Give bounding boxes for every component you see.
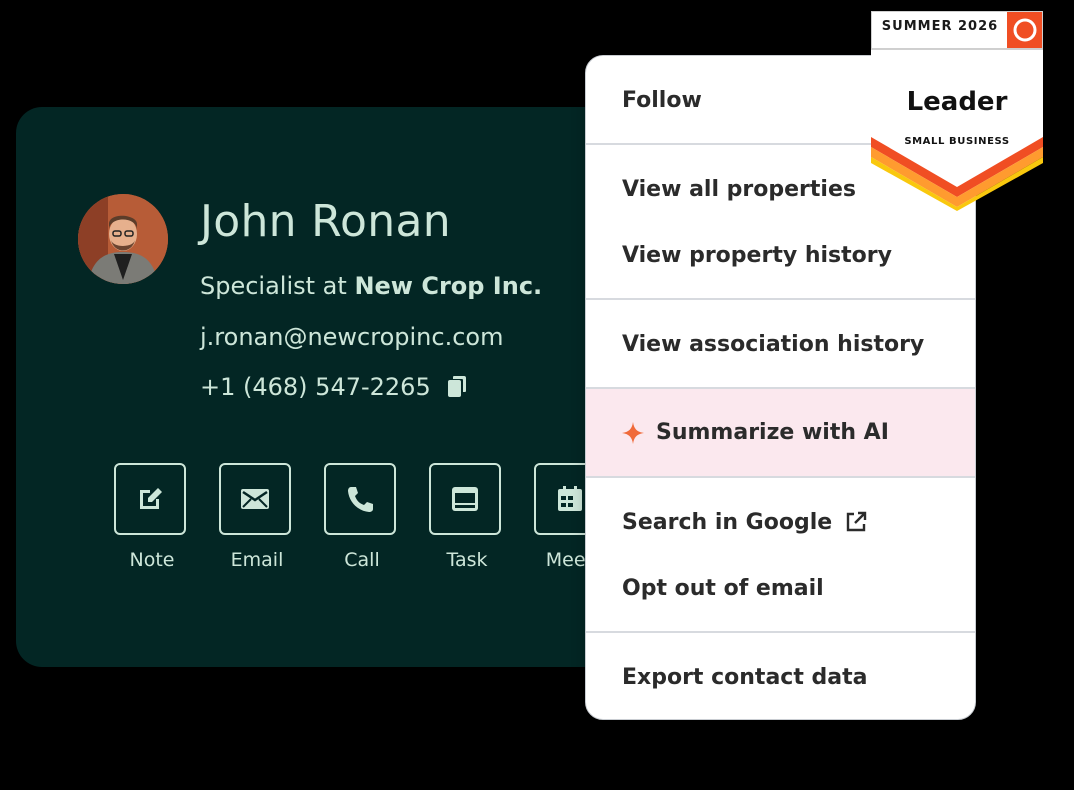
badge-season: SUMMER 2026	[881, 19, 999, 34]
note-action[interactable]: Note	[114, 463, 219, 571]
job-title-prefix: Specialist at	[200, 272, 355, 300]
email-action[interactable]: Email	[219, 463, 324, 571]
email-address[interactable]: j.ronan@newcropinc.com	[200, 323, 503, 351]
badge-title: Leader	[906, 87, 1008, 117]
email-button[interactable]	[219, 463, 291, 535]
menu-item-label: View all properties	[622, 176, 856, 202]
calendar-icon	[558, 486, 582, 511]
menu-divider	[586, 476, 975, 478]
menu-item-summarize-with-ai[interactable]: Summarize with AI	[586, 389, 975, 476]
task-action[interactable]: Task	[429, 463, 534, 571]
task-icon	[452, 487, 478, 511]
job-title: Specialist at New Crop Inc.	[200, 272, 542, 300]
badge-segment: SMALL BUSINESS	[904, 136, 1010, 147]
task-label: Task	[446, 549, 488, 571]
call-button[interactable]	[324, 463, 396, 535]
menu-item-export-contact-data[interactable]: Export contact data	[586, 633, 975, 719]
phone-row: +1 (468) 547-2265	[200, 373, 469, 401]
action-buttons: Note Email Call Task Meeti	[114, 463, 639, 571]
menu-item-label: Opt out of email	[622, 575, 824, 601]
g2-leader-badge: SUMMER 2026 Leader SMALL BUSINESS	[871, 11, 1043, 211]
task-button[interactable]	[429, 463, 501, 535]
company-name[interactable]: New Crop Inc.	[354, 272, 542, 300]
sparkle-icon	[622, 421, 644, 444]
copy-icon[interactable]	[447, 375, 469, 399]
phone-icon	[348, 487, 373, 512]
note-button[interactable]	[114, 463, 186, 535]
menu-item-opt-out-of-email[interactable]: Opt out of email	[586, 555, 975, 621]
note-label: Note	[129, 549, 175, 571]
contact-name: John Ronan	[200, 196, 451, 247]
call-action[interactable]: Call	[324, 463, 429, 571]
menu-item-search-in-google[interactable]: Search in Google	[586, 489, 975, 555]
menu-item-label: Export contact data	[622, 664, 868, 690]
edit-note-icon	[140, 488, 162, 509]
menu-item-label: Follow	[622, 87, 702, 113]
phone-number[interactable]: +1 (468) 547-2265	[200, 373, 431, 401]
menu-item-label: View association history	[622, 331, 925, 357]
contact-card: John Ronan Specialist at New Crop Inc. j…	[16, 107, 656, 667]
email-label: Email	[230, 549, 284, 571]
external-link-icon	[846, 511, 867, 532]
menu-item-view-property-history[interactable]: View property history	[586, 222, 975, 288]
menu-item-label: View property history	[622, 242, 892, 268]
avatar	[78, 194, 168, 284]
menu-item-label: Search in Google	[622, 509, 833, 535]
menu-item-label: Summarize with AI	[656, 420, 889, 445]
envelope-icon	[241, 489, 269, 509]
call-label: Call	[344, 549, 380, 571]
menu-item-view-association-history[interactable]: View association history	[586, 300, 975, 388]
